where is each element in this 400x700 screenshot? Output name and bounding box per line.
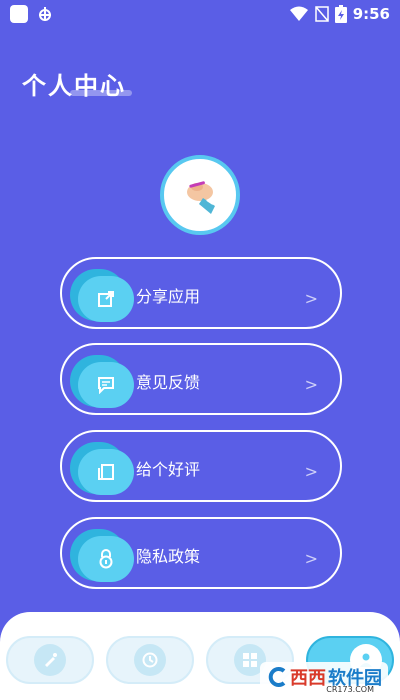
no-sim-icon [314,6,329,22]
watermark-url: CR173.COM [326,685,374,694]
menu-label: 给个好评 [136,460,201,479]
feedback-icon [78,362,134,408]
status-time: 9:56 [352,5,390,23]
brush-icon [34,644,66,676]
clock-icon [134,644,166,676]
watermark-logo: 西西 软件园 CR173.COM [260,662,388,694]
share-icon [78,276,134,322]
chevron-right-icon: > [304,549,318,568]
battery-charging-icon [334,5,347,23]
menu-share-app[interactable]: 分享应用 > [60,257,342,329]
avatar[interactable] [160,155,240,235]
menu-label: 意见反馈 [136,373,201,392]
notification-app-icon [10,5,28,23]
copy-icon [78,449,134,495]
tab-history[interactable] [106,636,194,684]
chevron-right-icon: > [304,462,318,481]
menu-label: 隐私政策 [136,547,201,566]
chevron-right-icon: > [304,289,318,308]
menu-privacy-policy[interactable]: 隐私政策 > [60,517,342,589]
hand-icon [187,181,215,214]
watermark-brand-a: 西西 [290,668,326,689]
lock-icon [78,536,134,582]
menu-rate-app[interactable]: 给个好评 > [60,430,342,502]
watermark-c-icon [268,667,286,687]
menu-label: 分享应用 [136,287,201,306]
page-title: 个人中心 [22,72,126,100]
wifi-icon [289,6,308,21]
chevron-right-icon: > [304,375,318,394]
bug-icon [39,7,51,21]
tab-brush[interactable] [6,636,94,684]
menu-feedback[interactable]: 意见反馈 > [60,343,342,415]
status-bar: 9:56 [0,0,400,28]
